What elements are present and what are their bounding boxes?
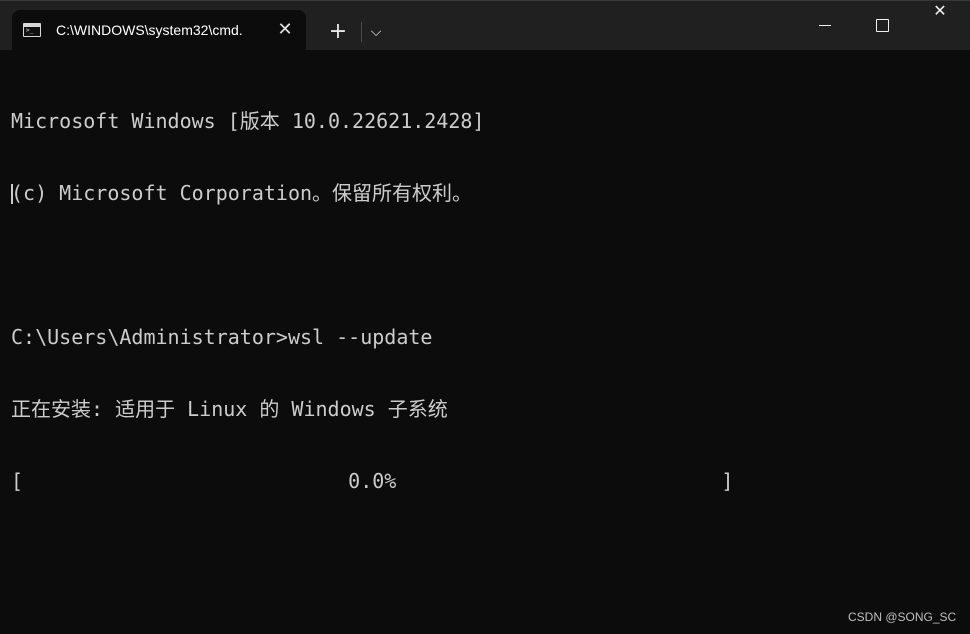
watermark: CSDN @SONG_SC xyxy=(848,610,957,624)
title-bar[interactable]: >_ C:\WINDOWS\system32\cmd. ✕ + ⌵ ✕ xyxy=(0,0,970,51)
console-line: C:\Users\Administrator>wsl --update xyxy=(11,325,433,349)
minimize-button[interactable] xyxy=(796,1,854,51)
tab-cmd[interactable]: >_ C:\WINDOWS\system32\cmd. ✕ xyxy=(12,10,306,51)
progress-line: [ 0.0% ] xyxy=(11,469,734,493)
console-line: Microsoft Windows [版本 10.0.22621.2428] xyxy=(11,109,485,133)
maximize-icon xyxy=(876,19,889,32)
close-button[interactable]: ✕ xyxy=(911,1,969,51)
cmd-prompt-icon: >_ xyxy=(23,23,41,37)
maximize-button[interactable] xyxy=(853,1,911,51)
new-tab-button[interactable]: + xyxy=(325,19,351,45)
tab-title: C:\WINDOWS\system32\cmd. xyxy=(56,22,243,38)
minimize-icon xyxy=(819,25,831,26)
console-output[interactable]: Microsoft Windows [版本 10.0.22621.2428] (… xyxy=(11,61,951,621)
tab-divider xyxy=(361,22,362,42)
close-icon: ✕ xyxy=(933,1,947,20)
console-line: (c) Microsoft Corporation。保留所有权利。 xyxy=(11,181,473,205)
text-cursor xyxy=(11,184,13,204)
console-line: 正在安装: 适用于 Linux 的 Windows 子系统 xyxy=(11,397,448,421)
terminal-window: >_ C:\WINDOWS\system32\cmd. ✕ + ⌵ ✕ Micr… xyxy=(0,0,970,634)
tab-close-icon[interactable]: ✕ xyxy=(275,20,295,40)
chevron-down-icon[interactable]: ⌵ xyxy=(365,21,387,43)
